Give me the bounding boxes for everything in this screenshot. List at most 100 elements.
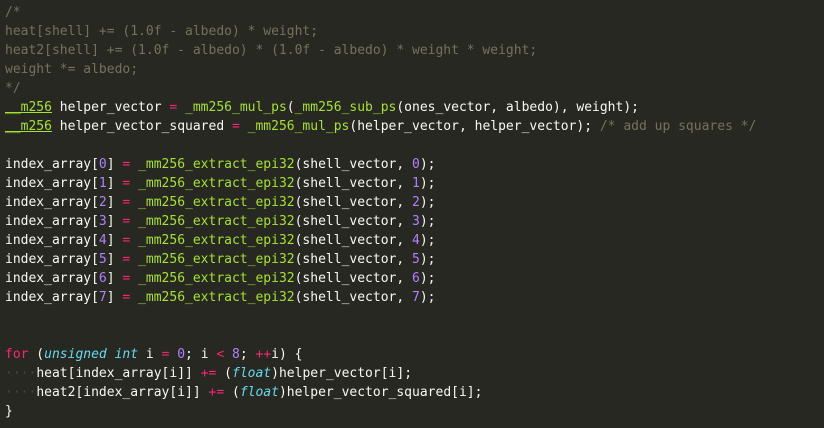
code-token: unsigned xyxy=(44,347,107,362)
code-token: _mm256_sub_ps xyxy=(294,100,397,115)
code-token: i xyxy=(138,347,162,362)
code-line[interactable]: index_array[5] = _mm256_extract_epi32(sh… xyxy=(0,250,824,269)
code-token: ] xyxy=(106,252,123,267)
code-token: _mm256_mul_ps xyxy=(247,119,350,134)
code-token: (helper_vector, helper_vector); xyxy=(349,119,600,134)
code-token: )helper_vector[i]; xyxy=(271,366,413,381)
code-token: _mm256_extract_epi32 xyxy=(138,252,295,267)
code-token: _mm256_extract_epi32 xyxy=(138,157,295,172)
code-token: ] xyxy=(106,233,123,248)
code-token: 0 xyxy=(412,157,420,172)
code-token: index_array[ xyxy=(5,195,99,210)
code-token: += xyxy=(208,385,225,400)
code-token: ); xyxy=(419,214,436,229)
code-token: (ones_vector, albedo), weight); xyxy=(396,100,639,115)
code-token: helper_vector_squared xyxy=(51,119,232,134)
code-token: __m256 xyxy=(5,119,52,134)
code-token: _mm256_extract_epi32 xyxy=(138,271,295,286)
code-token: _mm256_extract_epi32 xyxy=(138,290,295,305)
code-token: heat2[shell] += (1.0f - albedo) * (1.0f … xyxy=(5,43,553,58)
code-line[interactable]: index_array[4] = _mm256_extract_epi32(sh… xyxy=(0,231,824,250)
code-token: } xyxy=(5,404,13,419)
code-token: ); xyxy=(419,195,436,210)
code-line[interactable]: ····heat2[index_array[i]] += (float)help… xyxy=(0,383,824,402)
code-line[interactable]: } xyxy=(0,402,824,421)
code-token: 4 xyxy=(98,233,107,248)
code-token: _mm256_mul_ps xyxy=(185,100,287,115)
code-token: ); xyxy=(419,176,436,191)
code-token: 0 xyxy=(98,157,107,172)
code-token: (shell_vector, xyxy=(294,176,413,191)
code-line[interactable]: index_array[1] = _mm256_extract_epi32(sh… xyxy=(0,174,824,193)
code-token: index_array[ xyxy=(5,290,99,305)
code-line[interactable] xyxy=(0,326,824,345)
code-token: ; i xyxy=(185,347,217,362)
code-token: index_array[ xyxy=(5,271,99,286)
code-token: /* xyxy=(5,5,21,20)
code-token: 6 xyxy=(412,271,420,286)
code-line[interactable] xyxy=(0,307,824,326)
code-token: (shell_vector, xyxy=(294,157,413,172)
code-token: ); xyxy=(419,157,436,172)
code-token: ( xyxy=(224,385,240,400)
code-token: index_array[ xyxy=(5,252,99,267)
code-token: ] xyxy=(106,290,123,305)
code-token: heat2[index_array[i]] xyxy=(36,385,209,400)
code-line[interactable]: heat[shell] += (1.0f - albedo) * weight; xyxy=(0,22,824,41)
code-token: float xyxy=(239,385,279,400)
code-line[interactable]: index_array[7] = _mm256_extract_epi32(sh… xyxy=(0,288,824,307)
code-token: ( xyxy=(216,366,232,381)
code-token: index_array[ xyxy=(5,157,99,172)
code-token: ] xyxy=(106,195,123,210)
code-token: 3 xyxy=(98,214,107,229)
code-token: 0 xyxy=(177,347,186,362)
code-token: 1 xyxy=(412,176,420,191)
code-token: /* add up squares */ xyxy=(599,119,757,134)
code-line[interactable]: for (unsigned int i = 0; i < 8; ++i) { xyxy=(0,345,824,364)
code-line[interactable]: weight *= albedo; xyxy=(0,60,824,79)
code-token: 8 xyxy=(232,347,240,362)
code-token: 3 xyxy=(412,214,420,229)
code-line[interactable]: index_array[0] = _mm256_extract_epi32(sh… xyxy=(0,155,824,174)
code-token: ] xyxy=(106,214,123,229)
code-token: */ xyxy=(5,81,21,96)
code-token: ; xyxy=(239,347,256,362)
code-token: 2 xyxy=(412,195,420,210)
code-token: += xyxy=(200,366,217,381)
code-line[interactable]: ····heat[index_array[i]] += (float)helpe… xyxy=(0,364,824,383)
code-line[interactable]: /* xyxy=(0,3,824,22)
code-token: (shell_vector, xyxy=(294,290,413,305)
code-line[interactable]: __m256 helper_vector = _mm256_mul_ps(_mm… xyxy=(0,98,824,117)
code-token: float xyxy=(232,366,272,381)
code-token: 5 xyxy=(412,252,420,267)
code-line[interactable]: heat2[shell] += (1.0f - albedo) * (1.0f … xyxy=(0,41,824,60)
code-token: index_array[ xyxy=(5,176,99,191)
code-line[interactable]: index_array[2] = _mm256_extract_epi32(sh… xyxy=(0,193,824,212)
code-token: heat[index_array[i]] xyxy=(36,366,201,381)
code-line[interactable]: index_array[6] = _mm256_extract_epi32(sh… xyxy=(0,269,824,288)
code-line[interactable]: */ xyxy=(0,79,824,98)
code-token: < xyxy=(216,347,225,362)
code-token: ); xyxy=(419,290,436,305)
code-editor[interactable]: /* heat[shell] += (1.0f - albedo) * weigh… xyxy=(0,0,824,428)
code-token: 5 xyxy=(98,252,107,267)
code-token: _mm256_extract_epi32 xyxy=(138,195,295,210)
code-token: 6 xyxy=(98,271,107,286)
code-line[interactable]: __m256 helper_vector_squared = _mm256_mu… xyxy=(0,117,824,136)
code-token: index_array[ xyxy=(5,233,99,248)
code-line[interactable]: index_array[3] = _mm256_extract_epi32(sh… xyxy=(0,212,824,231)
code-token: 1 xyxy=(98,176,107,191)
code-token: ···· xyxy=(5,366,37,381)
code-token: (shell_vector, xyxy=(294,214,413,229)
code-line[interactable] xyxy=(0,136,824,155)
